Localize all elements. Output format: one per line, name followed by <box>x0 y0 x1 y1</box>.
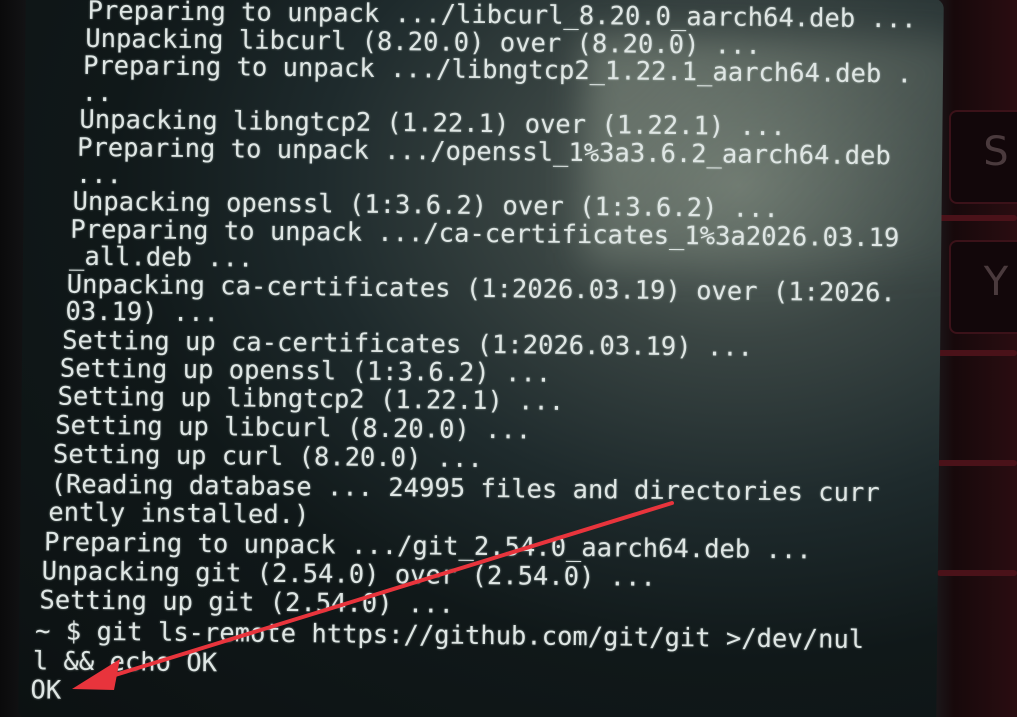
keyboard-key-y: Y <box>949 240 1017 334</box>
keyboard-backlight <box>937 350 1017 356</box>
keyboard-backlight <box>937 215 1017 221</box>
terminal-line: l && echo OK <box>32 646 218 679</box>
photo-scene: S Y Preparing to unpack .../libcurl_8.20… <box>0 0 1017 717</box>
terminal-line: 03.19) ... <box>65 296 220 329</box>
terminal-line: ... <box>75 159 123 191</box>
keyboard-backlight <box>937 570 1017 576</box>
terminal-line: .. <box>81 77 113 109</box>
phone-screen: Preparing to unpack .../libcurl_8.20.0_a… <box>18 0 944 717</box>
terminal-line: Setting up git (2.54.0) ... <box>39 585 455 620</box>
terminal-line: Setting up curl (8.20.0) ... <box>52 439 483 475</box>
terminal-output-ok: OK <box>30 675 62 706</box>
terminal-line: ently installed.) <box>48 497 310 531</box>
keyboard-backlight <box>937 460 1017 466</box>
keyboard-key-s: S <box>949 110 1017 204</box>
terminal-output[interactable]: Preparing to unpack .../libcurl_8.20.0_a… <box>18 0 944 717</box>
terminal-line: Preparing to unpack .../libngtcp2_1.22.1… <box>82 50 913 90</box>
terminal-line: _all.deb ... <box>68 241 254 274</box>
